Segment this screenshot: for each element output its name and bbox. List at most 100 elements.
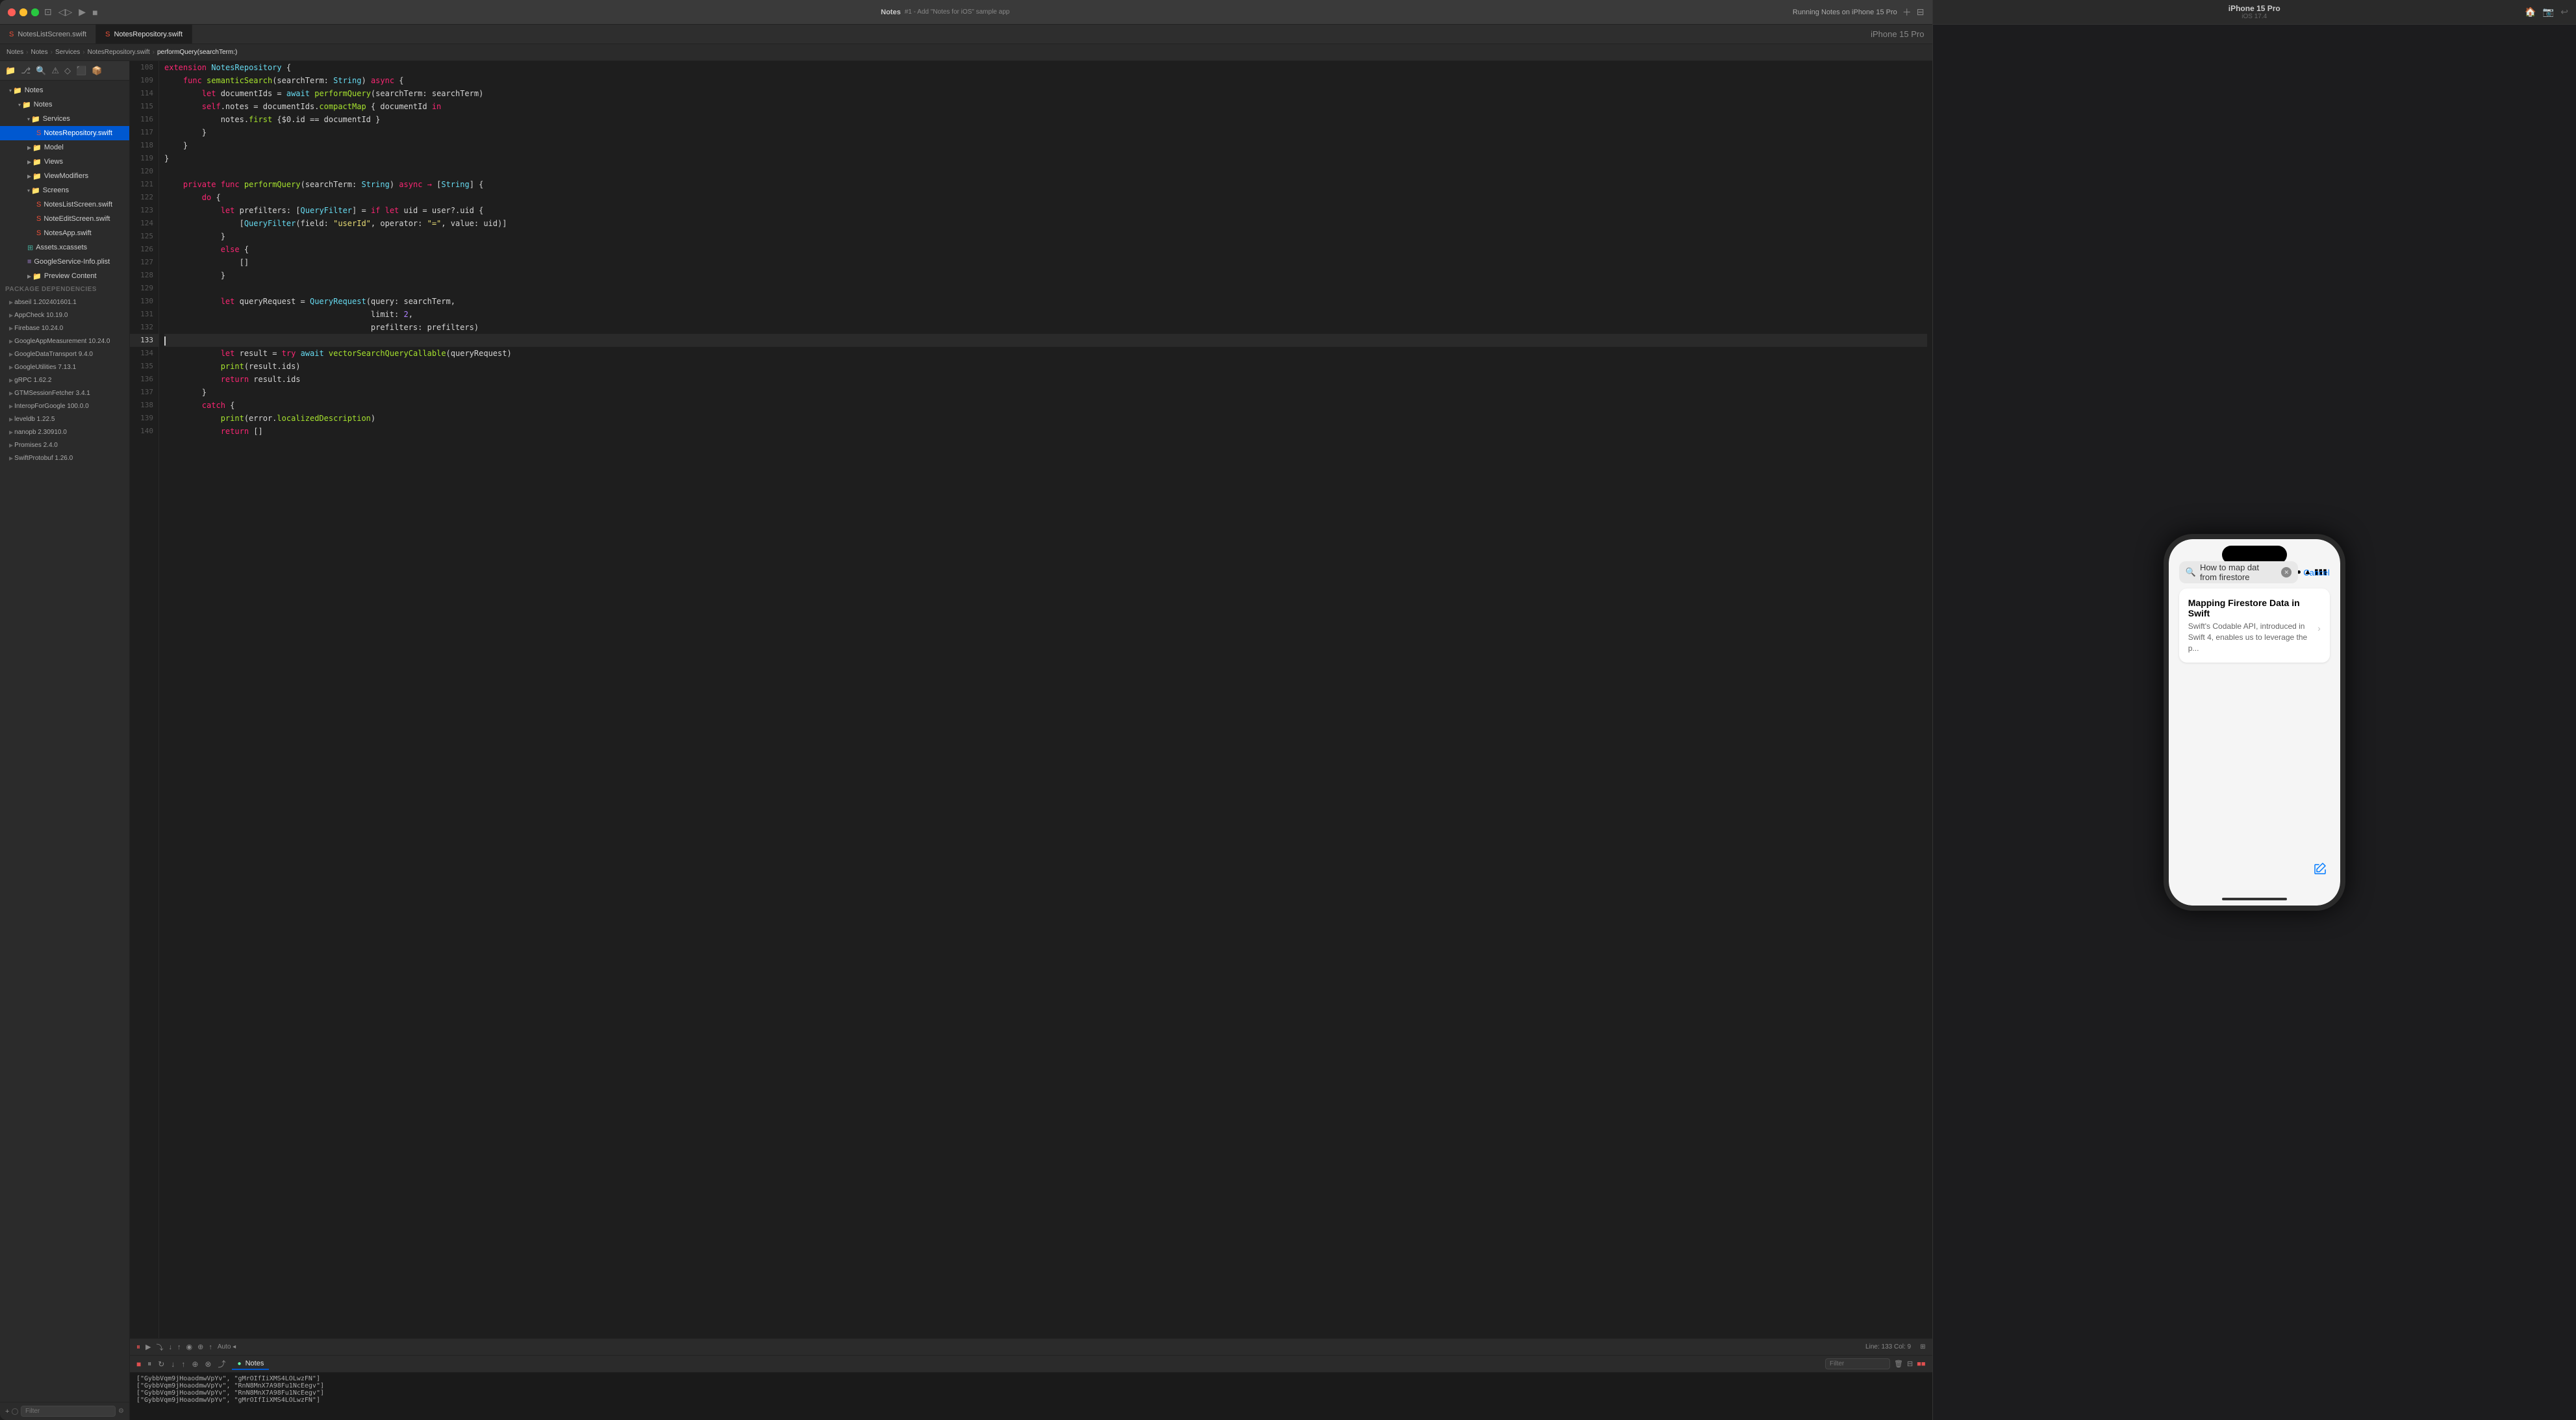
cancel-button[interactable]: Cancel (2303, 568, 2329, 577)
tree-item-notes-repository[interactable]: S NotesRepository.swift (0, 126, 129, 140)
debug-step6-icon[interactable]: ⤴ (218, 1358, 225, 1369)
tree-label: NotesListScreen.swift (44, 201, 112, 209)
debug-step5-icon[interactable]: ⊗ (205, 1360, 211, 1369)
debug-step4-icon[interactable]: ⊕ (192, 1360, 198, 1369)
warning-icon[interactable]: ⚠ (51, 66, 59, 76)
folder-icon: 📁 (31, 186, 40, 195)
debug-step2-icon[interactable]: ↓ (171, 1360, 175, 1369)
tab-notes-list-screen[interactable]: S NotesListScreen.swift (0, 25, 96, 44)
pkg-leveldb[interactable]: ▶ leveldb 1.22.5 (0, 412, 129, 425)
add-editor-icon[interactable]: ＋ (1902, 6, 1912, 19)
tree-item-assets[interactable]: ⊞ Assets.xcassets (0, 240, 129, 255)
sim-rotate-icon[interactable]: ↩ (2560, 6, 2568, 18)
device-selector[interactable]: iPhone 15 Pro (1871, 29, 1924, 39)
debug-split-icon[interactable]: ⊟ (1907, 1360, 1913, 1368)
code-line-121: private func performQuery(searchTerm: St… (164, 178, 1927, 191)
tree-item-notes-list[interactable]: S NotesListScreen.swift (0, 197, 129, 212)
line-num-123: 123 (130, 204, 158, 217)
code-area[interactable]: 108 109 114 115 116 117 118 119 120 121 … (130, 61, 1932, 1338)
debug-stop-icon[interactable]: ■ (136, 1360, 141, 1369)
pkg-abseil[interactable]: ▶ abseil 1.202401601.1 (0, 296, 129, 309)
sim-screenshot-icon[interactable]: 📷 (2543, 6, 2554, 18)
tree-item-notes-project[interactable]: ▾ 📁 Notes (0, 83, 129, 97)
code-editor[interactable]: 108 109 114 115 116 117 118 119 120 121 … (130, 61, 1932, 1420)
editor-layout-icon[interactable]: ⊞ (1920, 1343, 1925, 1350)
compose-button[interactable] (2313, 861, 2327, 880)
sidebar-filter-input[interactable] (21, 1406, 116, 1417)
search-result-card[interactable]: Mapping Firestore Data in Swift Swift's … (2179, 589, 2330, 663)
tree-item-notes-app[interactable]: S NotesApp.swift (0, 226, 129, 240)
breadcrumb-notes-1[interactable]: Notes (6, 49, 23, 56)
breadcrumb-services[interactable]: Services (55, 49, 80, 56)
sim-home-icon[interactable]: 🏠 (2525, 6, 2536, 18)
step-out-icon[interactable]: ↑ (177, 1343, 181, 1351)
stop-icon[interactable]: ■ (92, 7, 97, 18)
package-icon[interactable]: 📦 (92, 66, 102, 76)
tree-item-views[interactable]: ▶ 📁 Views (0, 155, 129, 169)
pkg-nanopb[interactable]: ▶ nanopb 2.30910.0 (0, 425, 129, 438)
breakpoints-icon[interactable]: ◉ (186, 1343, 192, 1351)
pkg-swiftprotobuf[interactable]: ▶ SwiftProtobuf 1.26.0 (0, 451, 129, 464)
expand-arrow: ▶ (9, 338, 13, 344)
debug-step1-icon[interactable]: ↻ (158, 1360, 164, 1369)
add-filter-icon[interactable]: + (5, 1408, 9, 1415)
step-into-icon[interactable]: ↓ (168, 1343, 172, 1351)
code-line-117: } (164, 126, 1927, 139)
tree-item-google-plist[interactable]: ≡ GoogleService-Info.plist (0, 255, 129, 269)
pkg-grpc[interactable]: ▶ gRPC 1.62.2 (0, 374, 129, 387)
search-clear-2[interactable]: ✕ (2281, 567, 2292, 577)
sim-title-group: iPhone 15 Pro iOS 17.4 (2229, 4, 2280, 20)
pkg-firebase[interactable]: ▶ Firebase 10.24.0 (0, 322, 129, 335)
debug-pause-btn[interactable]: ⏸ (147, 1359, 151, 1369)
pkg-appcheck[interactable]: ▶ AppCheck 10.19.0 (0, 309, 129, 322)
pkg-googleappmeasurement[interactable]: ▶ GoogleAppMeasurement 10.24.0 (0, 335, 129, 348)
search-bar-2[interactable]: 🔍 How to map dat from firestore ✕ (2179, 561, 2299, 583)
pkg-promises[interactable]: ▶ Promises 2.4.0 (0, 438, 129, 451)
run-icon[interactable]: ▶ (79, 6, 86, 18)
navigator-icon[interactable]: ◁▷ (58, 6, 73, 18)
test-icon[interactable]: ◇ (64, 66, 71, 76)
tree-item-model[interactable]: ▶ 📁 Model (0, 140, 129, 155)
pkg-googleutilities[interactable]: ▶ GoogleUtilities 7.13.1 (0, 361, 129, 374)
filter-breakpoints-icon[interactable]: ⊕ (197, 1343, 203, 1351)
code-line-108: extension NotesRepository { (164, 61, 1927, 74)
debug-clear-icon[interactable]: 🗑 (1894, 1360, 1903, 1368)
debug-pause-icon[interactable]: ⏸ (136, 1342, 140, 1352)
debug-nav-icon[interactable]: ⬛ (76, 66, 86, 76)
source-control-icon[interactable]: ⎇ (21, 66, 31, 76)
debug-line-1: ["GybbVqm9jHoaodmwVpYv", "gMrOIfIiXMS4LO… (136, 1375, 1926, 1382)
continue-icon[interactable]: ▶ (145, 1343, 151, 1351)
find-icon[interactable]: 🔍 (36, 66, 46, 76)
code-line-126: else { (164, 243, 1927, 256)
tree-item-preview-content[interactable]: ▶ 📁 Preview Content (0, 269, 129, 283)
code-lines[interactable]: extension NotesRepository { func semanti… (159, 61, 1932, 1338)
share-icon[interactable]: ↑ (208, 1343, 212, 1351)
sidebar-toggle-icon[interactable]: ⊡ (44, 6, 52, 18)
sim-minimize[interactable] (19, 8, 27, 16)
tree-item-viewmodifiers[interactable]: ▶ 📁 ViewModifiers (0, 169, 129, 183)
pkg-gtmsessionfetcher[interactable]: ▶ GTMSessionFetcher 3.4.1 (0, 387, 129, 399)
pkg-interopforgoogle[interactable]: ▶ InteropForGoogle 100.0.0 (0, 399, 129, 412)
folder-icon[interactable]: 📁 (5, 66, 16, 76)
tree-item-note-edit[interactable]: S NoteEditScreen.swift (0, 212, 129, 226)
expand-arrow: ▶ (27, 159, 31, 165)
debug-filter-input[interactable] (1825, 1358, 1890, 1369)
pkg-googledatatransport[interactable]: ▶ GoogleDataTransport 9.4.0 (0, 348, 129, 361)
home-bar-indicator (2222, 898, 2287, 900)
step-over-icon[interactable]: ⤵ (156, 1342, 163, 1352)
layout-icon[interactable]: ⊟ (1917, 6, 1925, 18)
breadcrumb-notes-2[interactable]: Notes (31, 49, 47, 56)
debug-tab-notes[interactable]: ● Notes (232, 1358, 269, 1370)
filter-options-icon[interactable]: ⚙ (118, 1408, 124, 1415)
breadcrumb-file[interactable]: NotesRepository.swift (88, 49, 150, 56)
sim-close[interactable] (8, 8, 16, 16)
tree-item-screens[interactable]: ▾ 📁 Screens (0, 183, 129, 197)
tab-notes-repository[interactable]: S NotesRepository.swift (96, 25, 192, 44)
tree-item-notes[interactable]: ▾ 📁 Notes (0, 97, 129, 112)
tree-item-services[interactable]: ▾ 📁 Services (0, 112, 129, 126)
sim-maximize[interactable] (31, 8, 39, 16)
debug-step3-icon[interactable]: ↑ (181, 1360, 185, 1369)
code-line-134: let result = try await vectorSearchQuery… (164, 347, 1927, 360)
breadcrumb-method[interactable]: performQuery(searchTerm:) (157, 49, 237, 56)
tree-label: Assets.xcassets (36, 244, 87, 251)
